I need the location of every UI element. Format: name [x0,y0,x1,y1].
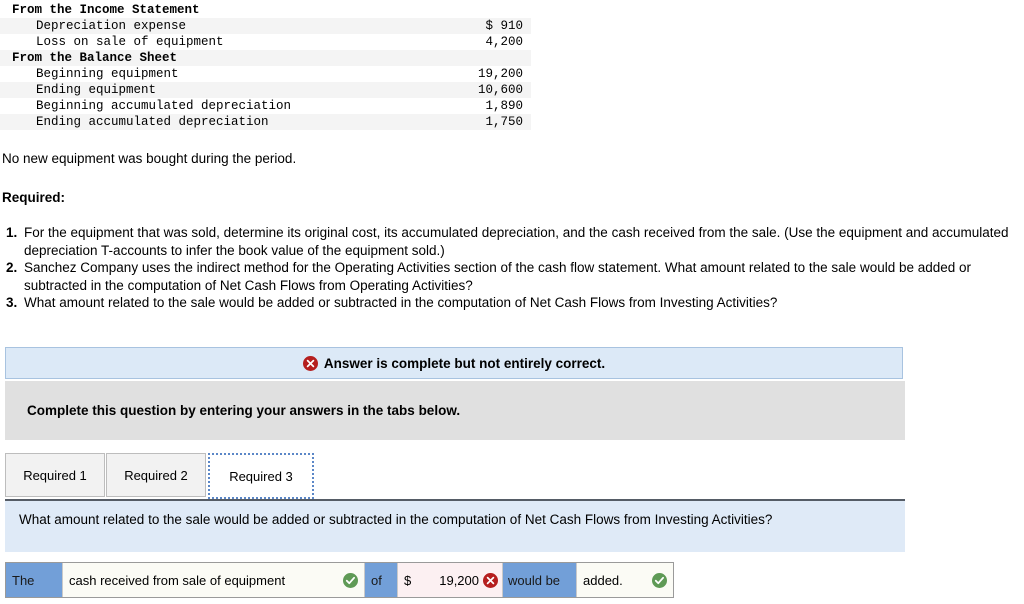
table-row-value: 19,200 [449,66,531,82]
active-tab-question-panel: What amount related to the sale would be… [5,499,905,552]
answer-amount-value: 19,200 [439,572,479,588]
currency-symbol: $ [404,572,412,588]
table-row-value: 10,600 [449,82,531,98]
check-circle-icon [343,572,358,588]
table-row-label: Beginning equipment [0,66,450,82]
table-row-label: Depreciation expense [0,18,450,34]
tab-required-1-label: Required 1 [23,467,87,483]
tab-required-2[interactable]: Required 2 [106,453,206,497]
table-row: Beginning equipment 19,200 [0,66,531,82]
answer-description-value: cash received from sale of equipment [69,572,286,588]
table-row-value: 1,890 [449,98,531,114]
instruction-bar: Complete this question by entering your … [5,381,905,440]
answer-action-select[interactable]: added. [577,563,673,597]
answer-prefix-label: The [6,563,63,597]
requirements-list: 1. For the equipment that was sold, deter… [0,224,1010,312]
instruction-text: Complete this question by entering your … [27,403,461,418]
question-text: What amount related to the sale would be… [19,512,773,527]
table-row-value [449,50,531,66]
list-item-number: 2. [6,260,18,275]
required-tab-strip: Required 1 Required 2 Required 3 [5,453,905,499]
tab-required-2-label: Required 2 [124,467,188,483]
answer-wouldbe-label: would be [503,563,577,597]
tab-required-3[interactable]: Required 3 [208,453,314,499]
list-item-number: 3. [6,295,18,310]
table-row-label: From the Balance Sheet [0,50,450,66]
error-circle-icon [483,572,498,588]
list-item-text: Sanchez Company uses the indirect method… [24,260,972,293]
table-row-value: 4,200 [449,34,531,50]
table-row-value: $ 910 [449,18,531,34]
answer-status-alert: Answer is complete but not entirely corr… [5,347,903,379]
table-row: Depreciation expense $ 910 [0,18,531,34]
answer-wouldbe-label-text: would be [508,572,561,588]
answer-action-value: added. [583,572,623,588]
source-data-table: From the Income Statement Depreciation ex… [0,2,531,130]
table-row: From the Income Statement [0,2,531,18]
error-circle-icon [302,355,318,371]
answer-status-message: Answer is complete but not entirely corr… [323,355,606,371]
table-row-label: Beginning accumulated depreciation [0,98,450,114]
table-row-label: Ending equipment [0,82,450,98]
required-heading: Required: [2,190,66,205]
no-new-equipment-note: No new equipment was bought during the p… [2,151,297,166]
answer-amount-input[interactable]: $ 19,200 [398,563,503,597]
table-row-label: Loss on sale of equipment [0,34,450,50]
answer-prefix-label-text: The [12,572,35,588]
check-circle-icon [652,572,667,588]
tab-required-3-label: Required 3 [229,468,293,484]
list-item: 3. What amount related to the sale would … [0,294,1010,312]
list-item-text: For the equipment that was sold, determi… [24,225,1009,258]
table-row-label: From the Income Statement [0,2,450,18]
table-row: Loss on sale of equipment 4,200 [0,34,531,50]
answer-entry-row: The cash received from sale of equipment… [5,562,674,598]
answer-description-select[interactable]: cash received from sale of equipment [63,563,365,597]
list-item-text: What amount related to the sale would be… [24,295,778,310]
answer-of-label: of [365,563,398,597]
tab-required-1[interactable]: Required 1 [5,453,105,497]
table-row-label: Ending accumulated depreciation [0,114,450,130]
table-row: From the Balance Sheet [0,50,531,66]
answer-of-label-text: of [371,572,382,588]
source-data-table-body: From the Income Statement Depreciation ex… [0,2,531,130]
table-row: Ending accumulated depreciation 1,750 [0,114,531,130]
list-item-number: 1. [6,225,18,240]
table-row-value: 1,750 [449,114,531,130]
list-item: 1. For the equipment that was sold, deter… [0,224,1010,259]
table-row: Ending equipment 10,600 [0,82,531,98]
table-row: Beginning accumulated depreciation 1,890 [0,98,531,114]
table-row-value [449,2,531,18]
list-item: 2. Sanchez Company uses the indirect meth… [0,259,1010,294]
